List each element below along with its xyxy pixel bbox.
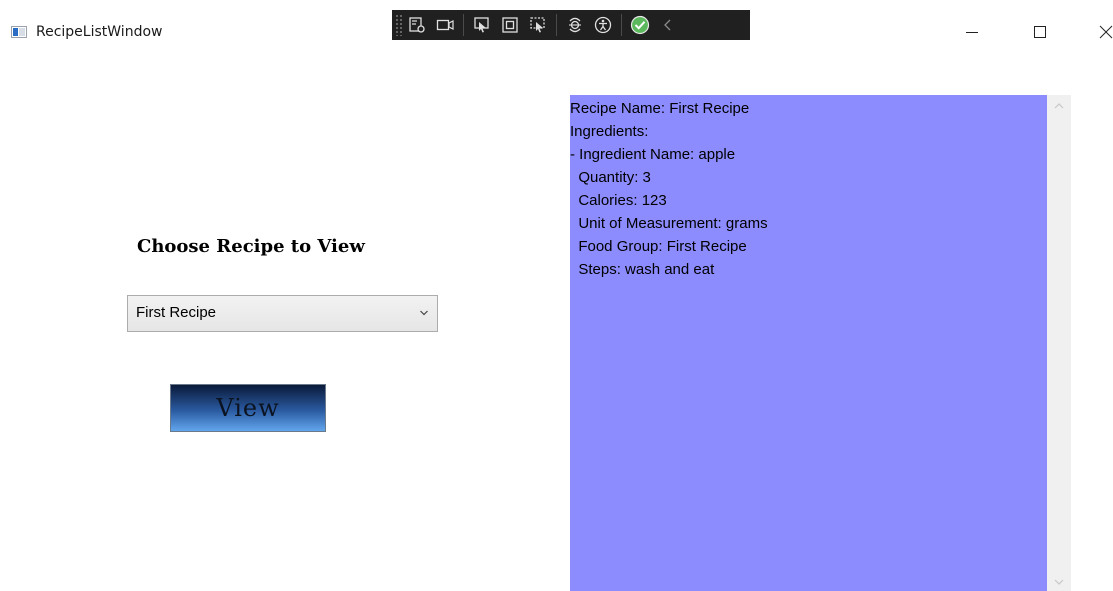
hot-reload-icon[interactable] bbox=[561, 11, 589, 39]
window-title: RecipeListWindow bbox=[36, 24, 163, 40]
details-line: Steps: wash and eat bbox=[570, 261, 715, 278]
maximize-icon bbox=[1034, 26, 1046, 38]
details-line: Quantity: 3 bbox=[570, 169, 651, 186]
minimize-button[interactable] bbox=[949, 18, 995, 46]
display-layout-icon[interactable] bbox=[496, 11, 524, 39]
details-line: Ingredients: bbox=[570, 123, 649, 140]
select-element-icon[interactable] bbox=[403, 11, 431, 39]
scroll-up-icon[interactable] bbox=[1053, 101, 1065, 111]
toolbar-separator bbox=[556, 14, 557, 36]
view-button-label: View bbox=[216, 394, 280, 422]
track-focus-icon[interactable] bbox=[524, 11, 552, 39]
debug-toolbar bbox=[392, 10, 750, 40]
record-icon[interactable] bbox=[431, 11, 459, 39]
view-button[interactable]: View bbox=[170, 384, 326, 432]
toolbar-grip[interactable] bbox=[395, 14, 403, 36]
details-line: Food Group: First Recipe bbox=[570, 238, 747, 255]
app-window-icon bbox=[11, 26, 27, 38]
recipe-select-value: First Recipe bbox=[136, 304, 217, 321]
pick-element-icon[interactable] bbox=[468, 11, 496, 39]
details-scrollbar[interactable] bbox=[1047, 95, 1071, 591]
choose-recipe-heading: Choose Recipe to View bbox=[137, 236, 365, 257]
collapse-chevron-icon[interactable] bbox=[654, 11, 682, 39]
maximize-button[interactable] bbox=[1017, 18, 1063, 46]
recipe-select[interactable]: First Recipe bbox=[127, 295, 438, 332]
recipe-details-textbox[interactable]: Recipe Name: First Recipe Ingredients: - I… bbox=[570, 95, 1047, 591]
details-line: Recipe Name: First Recipe bbox=[570, 100, 750, 117]
toolbar-separator bbox=[621, 14, 622, 36]
check-icon[interactable] bbox=[626, 11, 654, 39]
scroll-down-icon[interactable] bbox=[1053, 577, 1065, 587]
details-line: Calories: 123 bbox=[570, 192, 667, 209]
toolbar-separator bbox=[463, 14, 464, 36]
details-line: Unit of Measurement: grams bbox=[570, 215, 768, 232]
details-line: - Ingredient Name: apple bbox=[570, 146, 736, 163]
minimize-icon bbox=[966, 32, 978, 33]
recipe-details-lines: Recipe Name: First Recipe Ingredients: - I… bbox=[570, 97, 1047, 281]
chevron-down-icon bbox=[420, 310, 428, 316]
close-icon bbox=[1099, 25, 1113, 39]
accessibility-icon[interactable] bbox=[589, 11, 617, 39]
title-bar: RecipeListWindow bbox=[0, 0, 1113, 64]
close-button[interactable] bbox=[1082, 18, 1113, 46]
